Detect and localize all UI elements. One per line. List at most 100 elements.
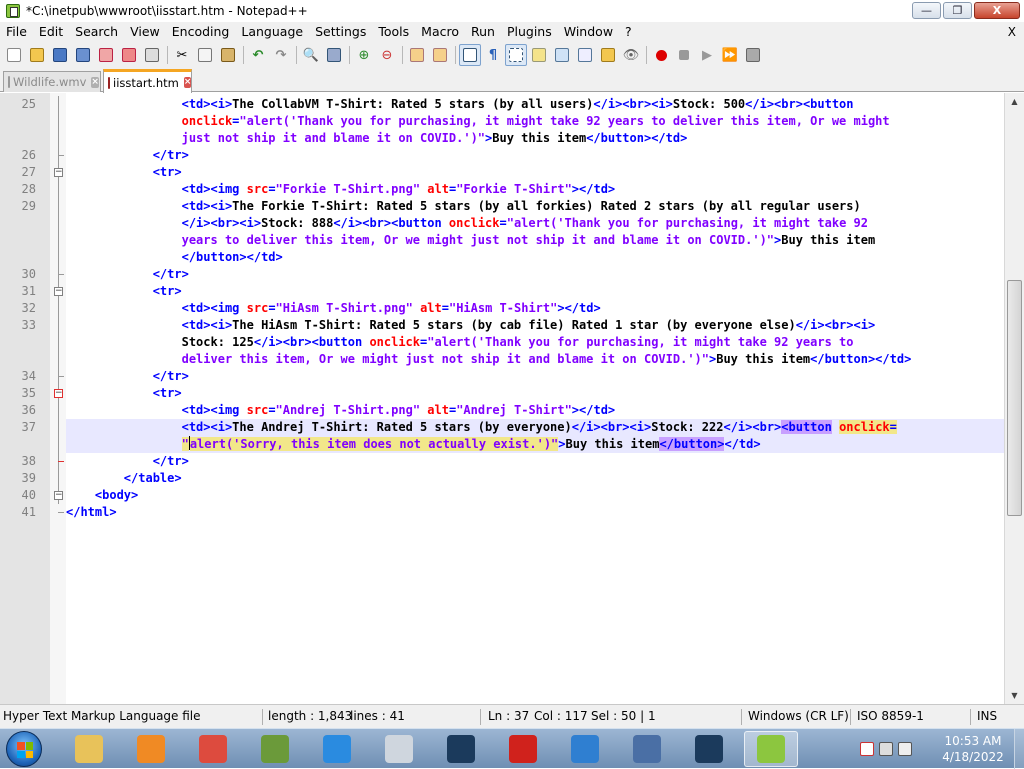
paste-icon[interactable]	[217, 44, 239, 66]
replace-icon[interactable]	[323, 44, 345, 66]
code-line[interactable]: Stock: 125</i><br><button onclick="alert…	[66, 334, 854, 351]
copy-icon[interactable]	[194, 44, 216, 66]
code-line[interactable]: </button></td>	[66, 249, 283, 266]
menu-settings[interactable]: Settings	[309, 22, 372, 42]
minimize-button[interactable]: —	[912, 2, 941, 19]
chrome-icon[interactable]	[186, 731, 240, 767]
save-macro-icon[interactable]	[742, 44, 764, 66]
d-app-icon[interactable]	[496, 731, 550, 767]
fold-toggle-icon[interactable]: −	[54, 168, 63, 177]
code-line[interactable]: </tr>	[66, 368, 189, 385]
cut-icon[interactable]: ✂	[171, 44, 193, 66]
fold-toggle-icon[interactable]: −	[54, 389, 63, 398]
show-all-characters-icon[interactable]: ¶	[482, 44, 504, 66]
run-macro-multiple-icon[interactable]: ⏩	[719, 44, 741, 66]
status-eol[interactable]: Windows (CR LF)	[748, 705, 849, 728]
menu-file[interactable]: File	[0, 22, 33, 42]
volume-icon[interactable]	[898, 742, 912, 756]
code-line[interactable]: <tr>	[66, 164, 182, 181]
menu-window[interactable]: Window	[558, 22, 619, 42]
scroll-thumb[interactable]	[1007, 280, 1022, 516]
roblox-studio-icon[interactable]	[372, 731, 426, 767]
code-line[interactable]: <td><i>The Andrej T-Shirt: Rated 5 stars…	[66, 419, 897, 436]
vertical-scrollbar[interactable]: ▲ ▼	[1004, 93, 1024, 704]
sync-vertical-icon[interactable]	[406, 44, 428, 66]
explorer-icon[interactable]	[62, 731, 116, 767]
code-line[interactable]: </html>	[66, 504, 117, 521]
tab-close-icon[interactable]: ×	[183, 77, 192, 88]
menu-edit[interactable]: Edit	[33, 22, 69, 42]
play-macro-icon[interactable]: ▶	[696, 44, 718, 66]
menu-macro[interactable]: Macro	[415, 22, 465, 42]
steam-icon[interactable]	[434, 731, 488, 767]
record-macro-icon[interactable]	[650, 44, 672, 66]
steam-icon-2[interactable]	[682, 731, 736, 767]
document-map-icon[interactable]	[551, 44, 573, 66]
tab-wildlife-wmv[interactable]: Wildlife.wmv ×	[3, 71, 101, 92]
zoom-in-icon[interactable]: ⊕	[353, 44, 375, 66]
fold-toggle-icon[interactable]: −	[54, 287, 63, 296]
code-line[interactable]: </tr>	[66, 266, 189, 283]
notepad-plus-plus-icon[interactable]	[744, 731, 798, 767]
network-icon[interactable]	[879, 742, 893, 756]
code-line[interactable]: <td><img src="Forkie T-Shirt.png" alt="F…	[66, 181, 616, 198]
monitoring-icon[interactable]: 👁	[620, 44, 642, 66]
fold-toggle-icon[interactable]: −	[54, 491, 63, 500]
code-line[interactable]: <td><img src="Andrej T-Shirt.png" alt="A…	[66, 402, 616, 419]
scroll-down-arrow[interactable]: ▼	[1005, 687, 1024, 704]
code-line[interactable]: years to deliver this item, Or we might …	[66, 232, 876, 249]
code-line[interactable]: <tr>	[66, 385, 182, 402]
menu-tools[interactable]: Tools	[372, 22, 415, 42]
close-button[interactable]: X	[974, 2, 1020, 19]
menu-search[interactable]: Search	[69, 22, 124, 42]
stop-macro-icon[interactable]	[673, 44, 695, 66]
code-line[interactable]: just not ship it and blame it on COVID.'…	[66, 130, 688, 147]
code-line[interactable]: <td><i>The HiAsm T-Shirt: Rated 5 stars …	[66, 317, 876, 334]
maximize-button[interactable]: ❐	[943, 2, 972, 19]
display-settings-icon[interactable]	[620, 731, 674, 767]
word-wrap-icon[interactable]	[459, 44, 481, 66]
clock[interactable]: 10:53 AM 4/18/2022	[935, 733, 1011, 765]
menu-help[interactable]: ?	[619, 22, 638, 42]
action-center-icon[interactable]	[860, 742, 874, 756]
close-document-button[interactable]: X	[1008, 22, 1016, 42]
code-line[interactable]: </i><br><i>Stock: 888</i><br><button onc…	[66, 215, 868, 232]
start-button[interactable]	[6, 731, 42, 767]
menu-encoding[interactable]: Encoding	[166, 22, 236, 42]
undo-icon[interactable]: ↶	[247, 44, 269, 66]
menu-view[interactable]: View	[124, 22, 166, 42]
save-all-icon[interactable]	[72, 44, 94, 66]
menu-run[interactable]: Run	[465, 22, 501, 42]
menu-language[interactable]: Language	[235, 22, 309, 42]
show-desktop-button[interactable]	[1014, 729, 1024, 769]
code-line[interactable]: <body>	[66, 487, 138, 504]
close-all-icon[interactable]	[118, 44, 140, 66]
menu-plugins[interactable]: Plugins	[501, 22, 558, 42]
code-line[interactable]: <tr>	[66, 283, 182, 300]
notepad-plus-plus-icon[interactable]	[6, 4, 20, 18]
roblox-icon[interactable]	[310, 731, 364, 767]
indent-guide-icon[interactable]	[505, 44, 527, 66]
code-line[interactable]: <td><img src="HiAsm T-Shirt.png" alt="Hi…	[66, 300, 601, 317]
globe-d-app-icon[interactable]	[558, 731, 612, 767]
zoom-out-icon[interactable]: ⊖	[376, 44, 398, 66]
print-icon[interactable]	[141, 44, 163, 66]
code-line[interactable]: <td><i>The Forkie T-Shirt: Rated 5 stars…	[66, 198, 861, 215]
function-list-icon[interactable]	[574, 44, 596, 66]
code-line[interactable]: "alert('Sorry, this item does not actual…	[66, 436, 761, 453]
code-editor[interactable]: 25 26 27 28 29 30 31 32 33 34 35 36 37 38 39 40 41 <td><…	[0, 93, 1004, 704]
media-player-icon[interactable]	[124, 731, 178, 767]
minecraft-icon[interactable]	[248, 731, 302, 767]
find-icon[interactable]: 🔍	[300, 44, 322, 66]
open-file-icon[interactable]	[26, 44, 48, 66]
new-file-icon[interactable]	[3, 44, 25, 66]
redo-icon[interactable]: ↷	[270, 44, 292, 66]
code-line[interactable]: deliver this item, Or we might just not …	[66, 351, 912, 368]
sync-horizontal-icon[interactable]	[429, 44, 451, 66]
code-line[interactable]: </tr>	[66, 453, 189, 470]
code-line[interactable]: </table>	[66, 470, 182, 487]
language-icon[interactable]	[528, 44, 550, 66]
folder-workspace-icon[interactable]	[597, 44, 619, 66]
code-line[interactable]: <td><i>The CollabVM T-Shirt: Rated 5 sta…	[66, 96, 854, 113]
code-line[interactable]: onclick="alert('Thank you for purchasing…	[66, 113, 890, 130]
